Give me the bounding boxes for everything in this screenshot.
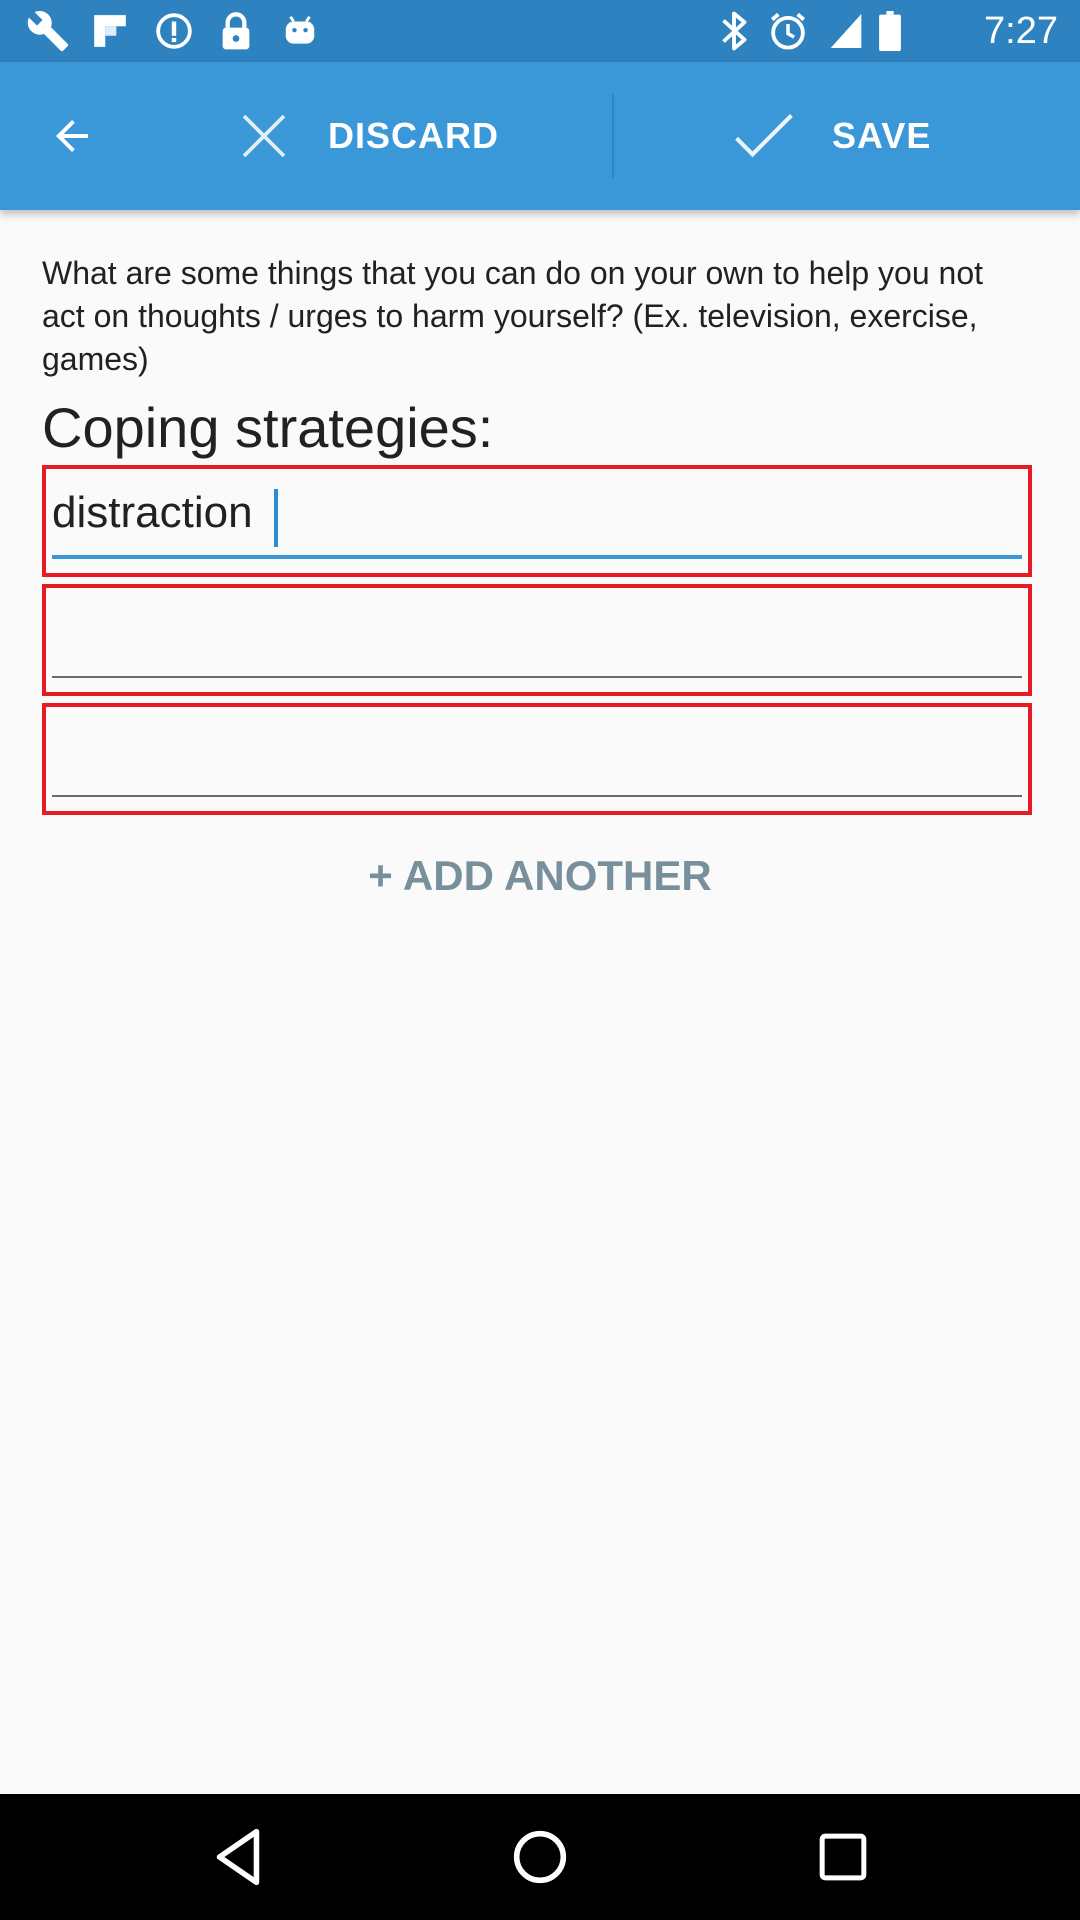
- navigation-bar: [0, 1794, 1080, 1920]
- save-button[interactable]: SAVE: [732, 62, 1052, 210]
- coping-strategy-input-3[interactable]: [52, 721, 1022, 781]
- discard-button[interactable]: DISCARD: [236, 62, 596, 210]
- status-time: 7:27: [984, 10, 1058, 52]
- field-underline: [52, 795, 1022, 797]
- coping-strategy-input-2[interactable]: [52, 602, 1022, 662]
- action-bar: DISCARD SAVE: [0, 62, 1080, 210]
- signal-icon: [828, 0, 864, 62]
- nav-home-button[interactable]: [477, 1794, 603, 1920]
- android-icon: [276, 0, 324, 62]
- flipboard-icon: [86, 0, 134, 62]
- save-label: SAVE: [832, 115, 932, 156]
- coping-strategy-field-1: [42, 465, 1032, 577]
- nav-back-button[interactable]: [175, 1794, 301, 1920]
- close-icon: [236, 108, 292, 164]
- add-another-button[interactable]: + ADD ANOTHER: [0, 852, 1080, 900]
- back-triangle-icon: [210, 1827, 266, 1887]
- check-icon: [732, 108, 796, 164]
- home-circle-icon: [512, 1829, 568, 1885]
- nav-recents-button[interactable]: [780, 1794, 906, 1920]
- info-icon: [150, 0, 198, 62]
- field-underline-focused: [52, 555, 1022, 559]
- bluetooth-icon: [712, 0, 756, 62]
- back-button[interactable]: [30, 96, 114, 180]
- question-text: What are some things that you can do on …: [42, 255, 984, 377]
- wrench-icon: [24, 0, 72, 62]
- field-underline: [52, 676, 1022, 678]
- battery-icon: [874, 0, 906, 62]
- discard-label: DISCARD: [328, 115, 500, 156]
- lock-icon: [212, 0, 260, 62]
- arrow-back-icon: [48, 112, 96, 165]
- coping-strategy-input-1[interactable]: [52, 483, 1022, 543]
- coping-strategy-field-2: [42, 584, 1032, 696]
- coping-strategy-field-3: [42, 703, 1032, 815]
- text-caret: [274, 489, 278, 547]
- section-title: Coping strategies:: [42, 396, 494, 459]
- recents-square-icon: [818, 1832, 868, 1882]
- status-bar: 7:27: [0, 0, 1080, 62]
- alarm-icon: [764, 0, 812, 62]
- action-bar-divider: [612, 94, 614, 178]
